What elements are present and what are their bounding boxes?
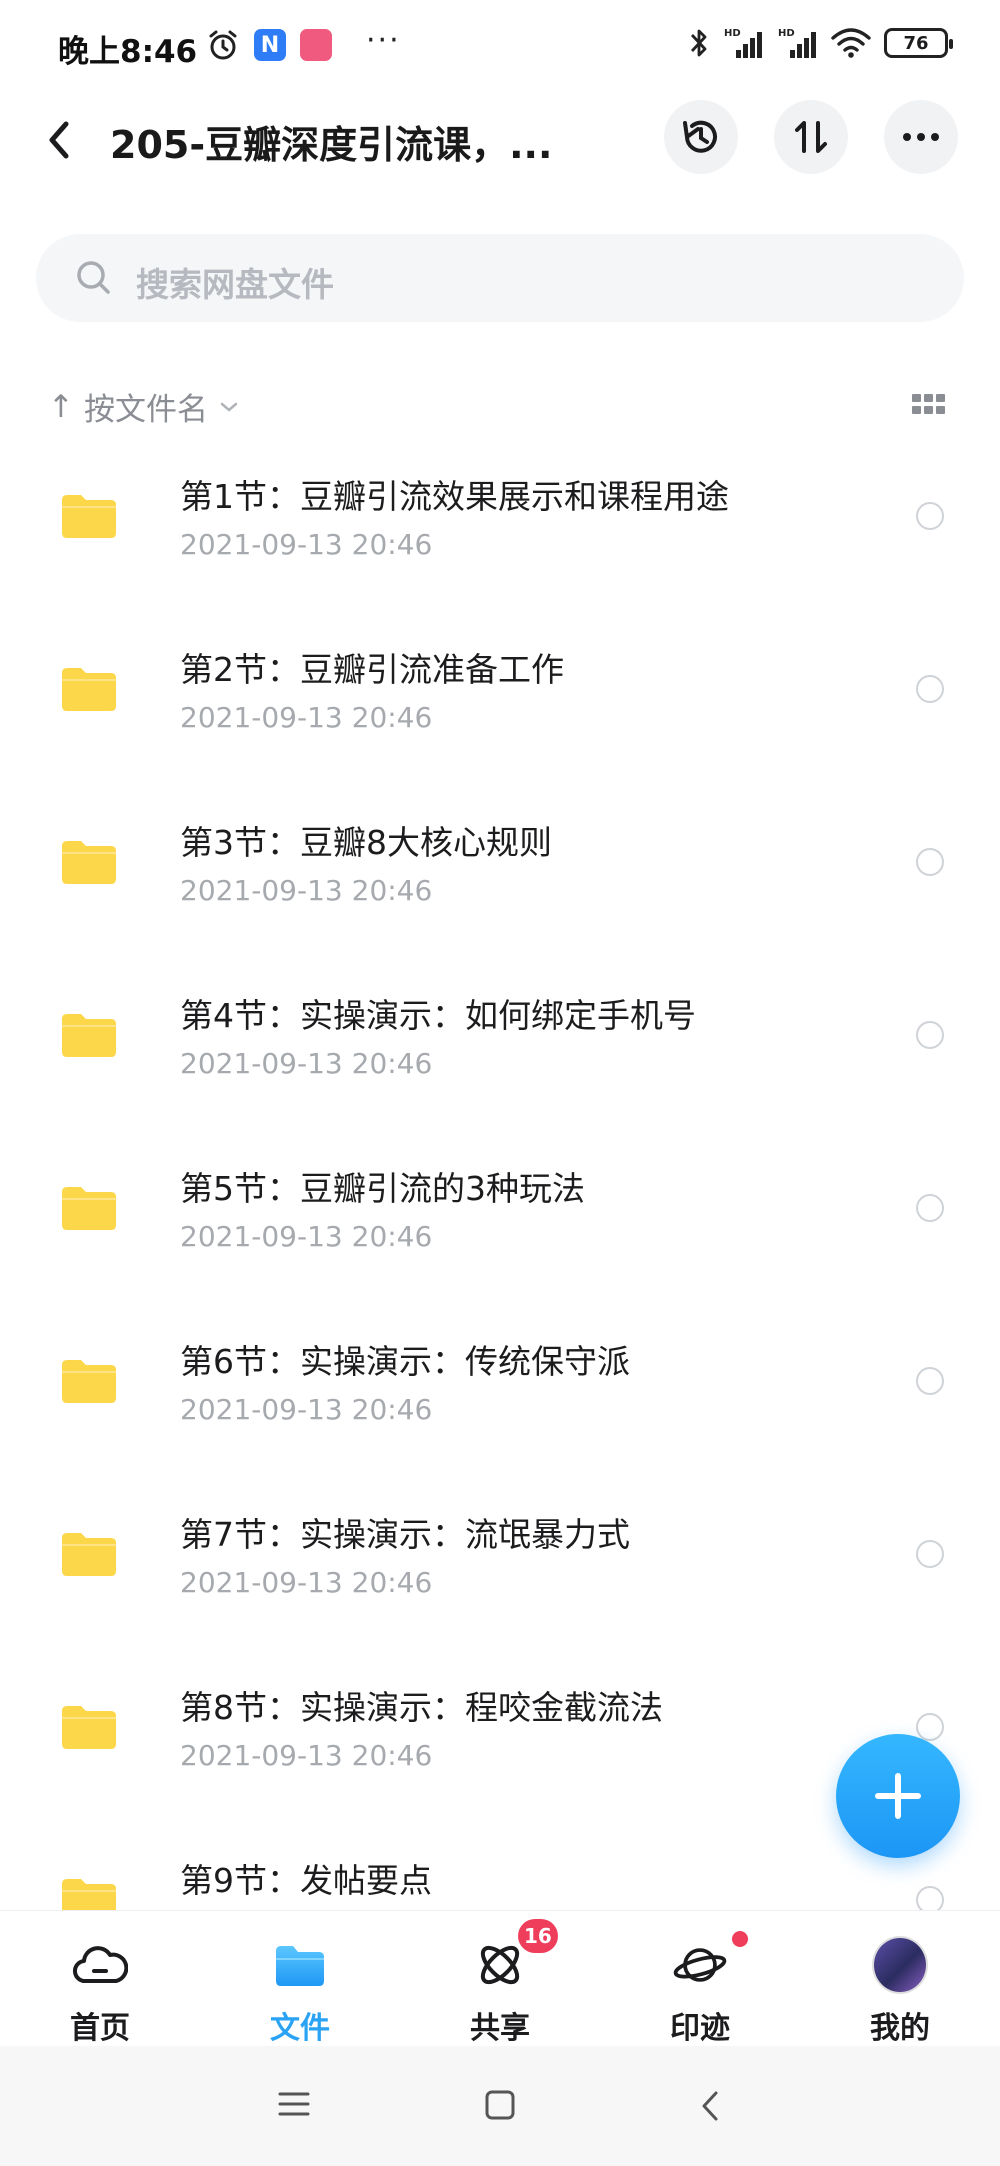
file-date: 2021-09-13 20:46 bbox=[180, 1220, 433, 1253]
file-name: 第5节：豆瓣引流的3种玩法 bbox=[180, 1169, 585, 1208]
file-row[interactable]: 第6节：实操演示：传统保守派 2021-09-13 20:46 bbox=[0, 1311, 1000, 1484]
system-nav-bar bbox=[0, 2046, 1000, 2166]
alarm-icon bbox=[209, 30, 237, 60]
bluetooth-icon bbox=[690, 29, 707, 57]
file-name: 第3节：豆瓣8大核心规则 bbox=[180, 823, 552, 862]
file-date: 2021-09-13 20:46 bbox=[180, 1566, 433, 1599]
file-date: 2021-09-13 20:46 bbox=[180, 874, 433, 907]
back-icon bbox=[49, 121, 69, 159]
file-row[interactable]: 第2节：豆瓣引流准备工作 2021-09-13 20:46 bbox=[0, 619, 1000, 792]
file-date: 2021-09-13 20:46 bbox=[180, 1739, 433, 1772]
folder-icon bbox=[62, 668, 116, 711]
file-row[interactable]: 第4节：实操演示：如何绑定手机号 2021-09-13 20:46 bbox=[0, 965, 1000, 1138]
top-app-bar: 205-豆瓣深度引流课，... bbox=[0, 100, 1000, 180]
folder-icon bbox=[62, 1014, 116, 1057]
more-notifications-icon: ··· bbox=[366, 22, 401, 58]
battery-indicator: 76 bbox=[884, 28, 953, 58]
folder-icon bbox=[62, 1706, 116, 1749]
file-row[interactable]: 第5节：豆瓣引流的3种玩法 2021-09-13 20:46 bbox=[0, 1138, 1000, 1311]
chevron-down-icon bbox=[220, 402, 238, 412]
wifi-icon bbox=[831, 28, 871, 58]
select-radio[interactable] bbox=[916, 1713, 944, 1741]
sort-label: 按文件名 bbox=[83, 392, 208, 428]
select-radio[interactable] bbox=[916, 1367, 944, 1395]
more-options-button[interactable] bbox=[884, 100, 958, 174]
app-n-icon: N bbox=[254, 29, 286, 61]
file-name: 第6节：实操演示：传统保守派 bbox=[180, 1342, 630, 1381]
file-date: 2021-09-13 20:46 bbox=[180, 528, 433, 561]
planet-icon bbox=[672, 1937, 728, 1993]
back-triangle-icon[interactable] bbox=[698, 2090, 722, 2122]
search-placeholder: 搜索网盘文件 bbox=[136, 265, 334, 304]
tab-files[interactable]: 文件 bbox=[200, 1911, 400, 2047]
bilibili-app-icon bbox=[300, 29, 332, 61]
search-bar[interactable]: 搜索网盘文件 bbox=[36, 234, 964, 322]
sort-icon bbox=[795, 121, 827, 153]
bottom-tab-bar: 首页 文件 16 共享 印迹 我的 bbox=[0, 1910, 1000, 2046]
plus-icon bbox=[875, 1773, 921, 1819]
back-button[interactable] bbox=[40, 112, 90, 168]
select-radio[interactable] bbox=[916, 1021, 944, 1049]
select-radio[interactable] bbox=[916, 1194, 944, 1222]
file-row[interactable]: 第1节：豆瓣引流效果展示和课程用途 2021-09-13 20:46 bbox=[0, 446, 1000, 619]
tab-traces-label: 印迹 bbox=[670, 2011, 730, 2046]
file-name: 第7节：实操演示：流氓暴力式 bbox=[180, 1515, 630, 1554]
sort-arrow-icon: ↑ bbox=[48, 388, 74, 425]
avatar-container bbox=[872, 1936, 928, 1994]
signal-hd-icon: HD bbox=[724, 28, 762, 58]
status-time: 晚上8:46 bbox=[58, 34, 198, 70]
file-row[interactable]: 第7节：实操演示：流氓暴力式 2021-09-13 20:46 bbox=[0, 1484, 1000, 1657]
folder-icon bbox=[62, 1533, 116, 1576]
cloud-home-icon bbox=[72, 1937, 128, 1993]
folder-icon bbox=[272, 1937, 328, 1993]
more-icon bbox=[903, 133, 939, 141]
avatar bbox=[872, 1936, 928, 1994]
page-title: 205-豆瓣深度引流课，... bbox=[110, 123, 553, 167]
file-name: 第1节：豆瓣引流效果展示和课程用途 bbox=[180, 477, 729, 516]
grid-view-icon[interactable] bbox=[912, 394, 946, 416]
tab-share-label: 共享 bbox=[470, 2011, 530, 2046]
file-name: 第9节：发帖要点 bbox=[180, 1861, 432, 1900]
history-button[interactable] bbox=[664, 100, 738, 174]
file-name: 第8节：实操演示：程咬金截流法 bbox=[180, 1688, 663, 1727]
share-atom-icon bbox=[472, 1937, 528, 1993]
status-bar: 晚上8:46 N ··· HD HD 76 bbox=[0, 0, 1000, 90]
sort-row: ↑ 按文件名 bbox=[0, 380, 1000, 430]
select-radio[interactable] bbox=[916, 502, 944, 530]
history-icon bbox=[683, 120, 717, 153]
folder-icon bbox=[62, 1360, 116, 1403]
menu-icon[interactable] bbox=[278, 2090, 310, 2118]
folder-icon bbox=[62, 495, 116, 538]
svg-text:HD: HD bbox=[778, 28, 795, 39]
file-date: 2021-09-13 20:46 bbox=[180, 701, 433, 734]
tab-home[interactable]: 首页 bbox=[0, 1911, 200, 2047]
file-date: 2021-09-13 20:46 bbox=[180, 1393, 433, 1426]
traces-notification-dot bbox=[732, 1931, 748, 1947]
file-row[interactable]: 第3节：豆瓣8大核心规则 2021-09-13 20:46 bbox=[0, 792, 1000, 965]
tab-me-label: 我的 bbox=[870, 2011, 930, 2046]
home-square-icon[interactable] bbox=[484, 2090, 516, 2120]
status-right-icons: HD HD 76 bbox=[688, 26, 953, 60]
share-badge: 16 bbox=[518, 1919, 558, 1953]
sort-order-button[interactable] bbox=[774, 100, 848, 174]
tab-share[interactable]: 16 共享 bbox=[400, 1911, 600, 2047]
svg-text:HD: HD bbox=[724, 28, 741, 39]
tab-traces[interactable]: 印迹 bbox=[600, 1911, 800, 2047]
status-left-icons: N ··· bbox=[206, 23, 401, 62]
add-button[interactable] bbox=[836, 1734, 960, 1858]
select-radio[interactable] bbox=[916, 848, 944, 876]
select-radio[interactable] bbox=[916, 675, 944, 703]
sort-by-name-button[interactable]: ↑ 按文件名 bbox=[48, 384, 240, 429]
select-radio[interactable] bbox=[916, 1540, 944, 1568]
file-name: 第2节：豆瓣引流准备工作 bbox=[180, 650, 564, 689]
folder-icon bbox=[62, 1187, 116, 1230]
file-date: 2021-09-13 20:46 bbox=[180, 1047, 433, 1080]
tab-me[interactable]: 我的 bbox=[800, 1911, 1000, 2047]
folder-icon bbox=[62, 841, 116, 884]
tab-home-label: 首页 bbox=[70, 2011, 130, 2046]
file-name: 第4节：实操演示：如何绑定手机号 bbox=[180, 996, 696, 1035]
search-icon bbox=[77, 261, 110, 294]
tab-files-label: 文件 bbox=[270, 2011, 330, 2046]
signal-hd-icon-2: HD bbox=[778, 28, 816, 58]
